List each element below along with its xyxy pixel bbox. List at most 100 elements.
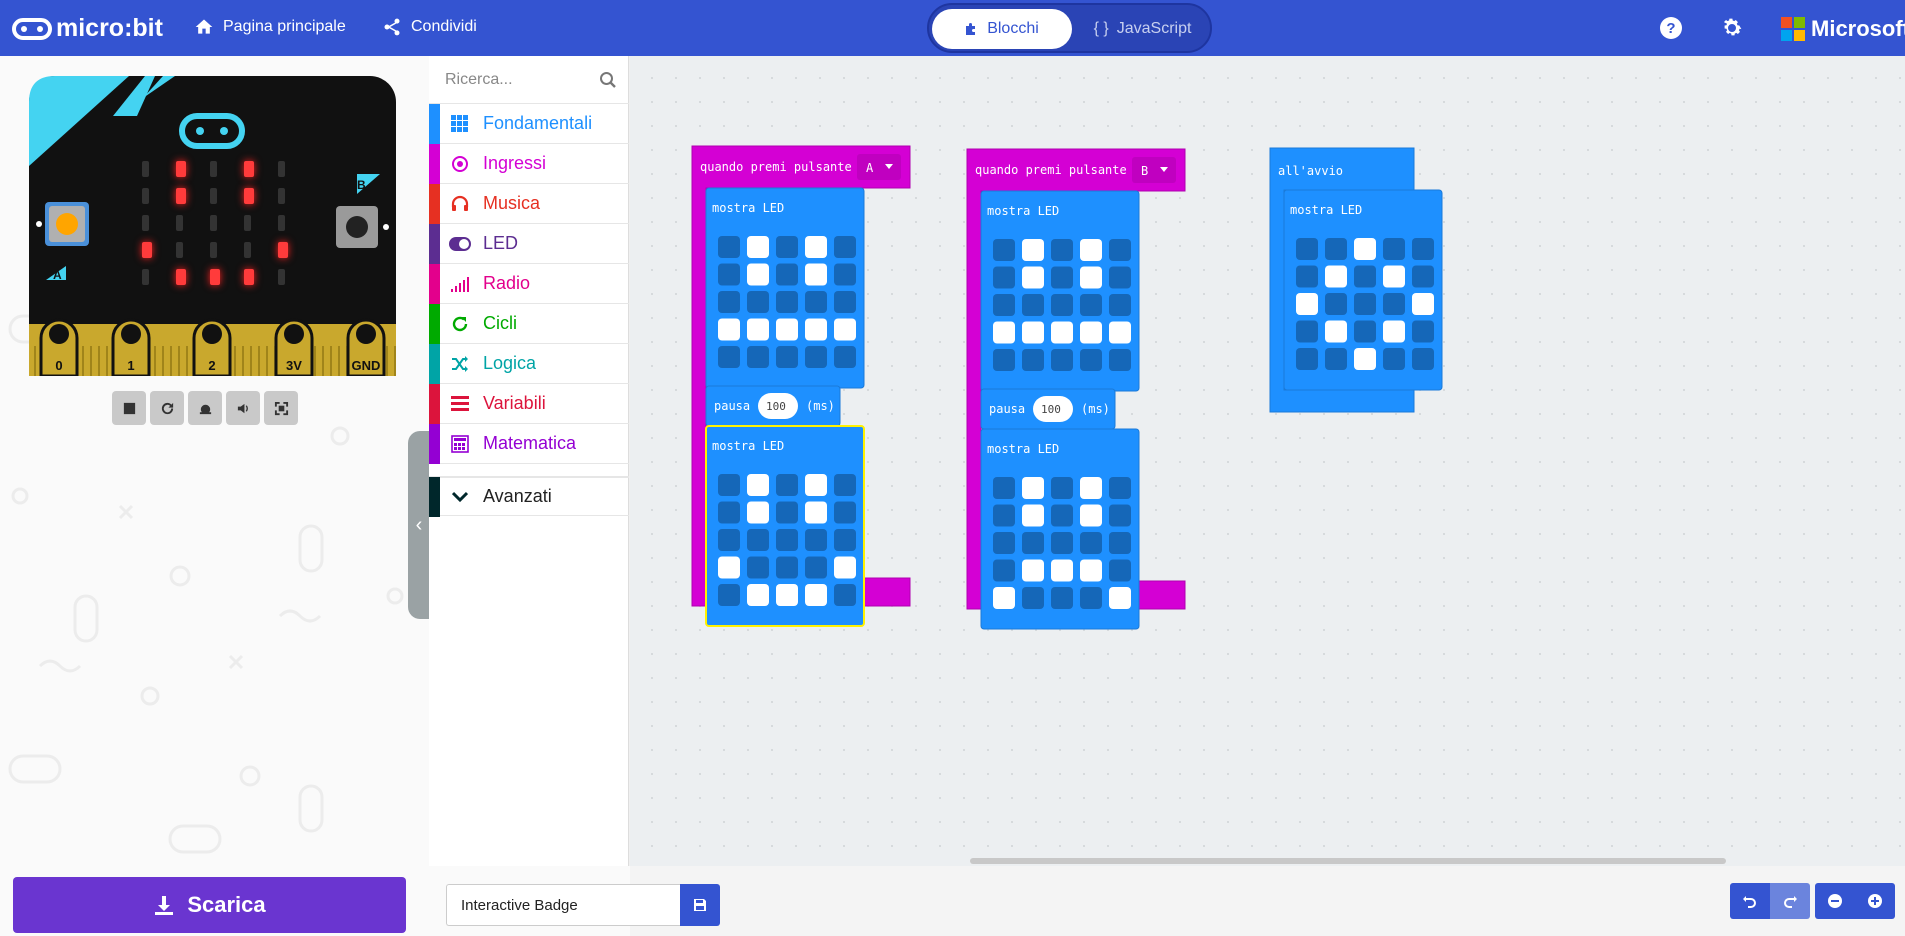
settings-gear-icon[interactable] [1720, 16, 1744, 40]
led-cell[interactable] [776, 584, 798, 606]
led-cell[interactable] [1354, 320, 1376, 343]
led-cell[interactable] [1080, 349, 1102, 371]
led-cell[interactable] [1325, 265, 1347, 288]
led-cell[interactable] [718, 529, 740, 551]
led-cell[interactable] [993, 239, 1015, 261]
led-cell[interactable] [1296, 348, 1318, 370]
led-cell[interactable] [1022, 532, 1044, 554]
undo-button[interactable] [1730, 883, 1770, 919]
save-project-button[interactable] [680, 884, 720, 926]
led-cell[interactable] [834, 501, 856, 524]
led-cell[interactable] [718, 501, 740, 524]
led-cell[interactable] [1325, 293, 1347, 315]
download-button[interactable]: Scarica [13, 877, 406, 933]
led-cell[interactable] [1051, 239, 1073, 261]
led-cell[interactable] [805, 346, 827, 368]
category-led[interactable]: LED [429, 223, 629, 264]
led-cell[interactable] [1412, 348, 1434, 370]
led-cell[interactable] [834, 236, 856, 258]
led-cell[interactable] [805, 556, 827, 579]
led-cell[interactable] [805, 529, 827, 551]
led-cell[interactable] [1080, 266, 1102, 289]
on-button-a-block[interactable]: quando premi pulsante Amostra LED pausa 100… [691, 145, 911, 627]
zoom-out-button[interactable] [1815, 883, 1855, 919]
on-start-block[interactable]: all'avvio mostra LED [1269, 147, 1443, 413]
led-cell[interactable] [834, 584, 856, 606]
led-cell[interactable] [993, 477, 1015, 499]
led-cell[interactable] [993, 321, 1015, 344]
led-cell[interactable] [718, 318, 740, 341]
share-link[interactable]: Condividi [382, 17, 477, 37]
on-button-b-block[interactable]: quando premi pulsante Bmostra LED pausa 100… [966, 148, 1186, 630]
stop-button[interactable] [112, 391, 146, 425]
led-cell[interactable] [834, 318, 856, 341]
project-name-input[interactable] [446, 884, 680, 926]
restart-button[interactable] [150, 391, 184, 425]
led-cell[interactable] [718, 236, 740, 258]
led-cell[interactable] [1080, 477, 1102, 499]
led-cell[interactable] [1109, 559, 1131, 582]
led-cell[interactable] [747, 263, 769, 286]
led-cell[interactable] [1022, 239, 1044, 261]
redo-button[interactable] [1770, 883, 1810, 919]
led-cell[interactable] [776, 236, 798, 258]
fullscreen-button[interactable] [264, 391, 298, 425]
led-cell[interactable] [1354, 238, 1376, 260]
pin-1[interactable]: 1 [111, 318, 151, 376]
led-cell[interactable] [1354, 265, 1376, 288]
led-cell[interactable] [805, 291, 827, 313]
led-cell[interactable] [993, 504, 1015, 527]
category-logica[interactable]: Logica [429, 343, 629, 384]
led-cell[interactable] [776, 291, 798, 313]
led-cell[interactable] [1383, 265, 1405, 288]
led-cell[interactable] [718, 263, 740, 286]
led-cell[interactable] [747, 236, 769, 258]
led-cell[interactable] [993, 559, 1015, 582]
led-cell[interactable] [1022, 504, 1044, 527]
mute-button[interactable] [226, 391, 260, 425]
led-cell[interactable] [1051, 532, 1073, 554]
blocks-mode-button[interactable]: Blocchi [932, 9, 1072, 49]
pin-2[interactable]: 2 [192, 318, 232, 376]
led-cell[interactable] [1383, 293, 1405, 315]
led-cell[interactable] [1109, 266, 1131, 289]
led-cell[interactable] [834, 263, 856, 286]
led-cell[interactable] [1022, 587, 1044, 609]
led-cell[interactable] [834, 346, 856, 368]
led-cell[interactable] [1051, 587, 1073, 609]
led-cell[interactable] [1080, 239, 1102, 261]
led-cell[interactable] [1325, 348, 1347, 370]
microsoft-logo[interactable]: Microsoft [1781, 16, 1905, 42]
led-cell[interactable] [805, 318, 827, 341]
led-cell[interactable] [1109, 477, 1131, 499]
led-cell[interactable] [776, 556, 798, 579]
led-cell[interactable] [747, 474, 769, 496]
led-cell[interactable] [1022, 477, 1044, 499]
led-cell[interactable] [718, 556, 740, 579]
led-cell[interactable] [1051, 349, 1073, 371]
led-cell[interactable] [1051, 559, 1073, 582]
led-cell[interactable] [805, 501, 827, 524]
led-cell[interactable] [718, 474, 740, 496]
led-cell[interactable] [834, 556, 856, 579]
led-cell[interactable] [718, 584, 740, 606]
help-icon[interactable]: ? [1659, 16, 1683, 40]
led-cell[interactable] [1080, 532, 1102, 554]
led-cell[interactable] [1109, 239, 1131, 261]
led-cell[interactable] [1051, 266, 1073, 289]
led-cell[interactable] [718, 346, 740, 368]
led-cell[interactable] [1383, 348, 1405, 370]
led-cell[interactable] [1109, 587, 1131, 609]
led-cell[interactable] [1080, 294, 1102, 316]
led-cell[interactable] [834, 529, 856, 551]
toolbox-search-input[interactable] [445, 68, 595, 92]
category-fondamentali[interactable]: Fondamentali [429, 103, 629, 144]
category-radio[interactable]: Radio [429, 263, 629, 304]
led-cell[interactable] [747, 529, 769, 551]
led-cell[interactable] [747, 556, 769, 579]
led-cell[interactable] [1080, 587, 1102, 609]
led-cell[interactable] [1109, 349, 1131, 371]
pin-0[interactable]: 0 [39, 318, 79, 376]
led-cell[interactable] [1325, 320, 1347, 343]
led-cell[interactable] [1051, 294, 1073, 316]
